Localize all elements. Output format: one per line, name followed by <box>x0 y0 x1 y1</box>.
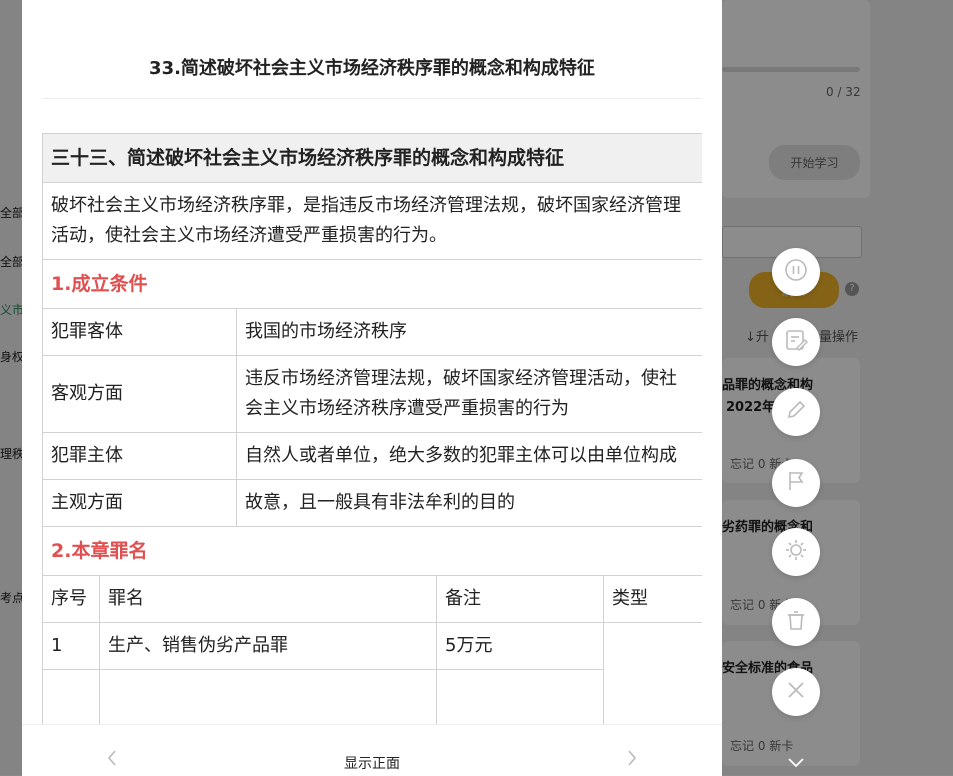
edit-note-icon <box>783 327 809 357</box>
pencil-icon <box>783 397 809 427</box>
card-title: 33.简述破坏社会主义市场经济秩序罪的概念和构成特征 <box>149 58 595 79</box>
condition-value: 自然人或者单位，绝大多数的犯罪主体可以由单位构成 <box>235 432 702 480</box>
table-header-row: 序号 罪名 备注 类型 <box>42 575 702 623</box>
condition-label: 客观方面 <box>42 355 237 433</box>
table-cell <box>42 669 100 724</box>
table-cell: 1 <box>42 622 100 670</box>
condition-value: 违反市场经济管理法规，破坏国家经济管理活动，使社会主义市场经济秩序遭受严重损害的… <box>235 355 702 433</box>
flag-icon <box>783 468 809 498</box>
show-front-button[interactable]: 显示正面 <box>22 753 722 773</box>
condition-value: 故意，且一般具有非法牟利的目的 <box>235 479 702 527</box>
table-row: 主观方面 故意，且一般具有非法牟利的目的 <box>42 479 702 527</box>
delete-button[interactable] <box>772 598 820 646</box>
pause-icon <box>783 257 809 287</box>
close-button[interactable] <box>772 668 820 716</box>
column-header: 罪名 <box>99 575 437 623</box>
table-row: 犯罪主体 自然人或者单位，绝大多数的犯罪主体可以由单位构成 <box>42 432 702 480</box>
section-title: 1.成立条件 <box>42 259 702 309</box>
chevron-down-icon[interactable] <box>786 755 806 769</box>
brightness-button[interactable] <box>772 528 820 576</box>
definition-text: 破坏社会主义市场经济秩序罪，是指违反市场经济管理法规，破坏国家经济管理活动，使社… <box>42 182 702 260</box>
column-header: 备注 <box>436 575 604 623</box>
table-row <box>42 669 703 724</box>
next-card-button[interactable] <box>622 747 642 769</box>
modal-footer: 显示正面 <box>22 724 722 776</box>
table-cell: 5万元 <box>436 622 604 670</box>
table-cell: 生产、销售伪劣产品罪 <box>99 622 437 670</box>
section-title: 2.本章罪名 <box>42 526 702 576</box>
condition-label: 犯罪主体 <box>42 432 237 480</box>
title-divider <box>42 98 702 99</box>
crime-table: 序号 罪名 备注 类型 1 生产、销售伪劣产品罪 5万元 <box>42 575 702 724</box>
edit-note-button[interactable] <box>772 318 820 366</box>
table-cell <box>99 669 437 724</box>
card-modal: 33.简述破坏社会主义市场经济秩序罪的概念和构成特征 三十三、简述破坏社会主义市… <box>22 0 722 776</box>
pause-button[interactable] <box>772 248 820 296</box>
condition-label: 主观方面 <box>42 479 237 527</box>
table-row: 客观方面 违反市场经济管理法规，破坏国家经济管理活动，使社会主义市场经济秩序遭受… <box>42 355 702 433</box>
condition-label: 犯罪客体 <box>42 308 237 356</box>
brightness-icon <box>783 537 809 567</box>
table-row: 犯罪客体 我国的市场经济秩序 <box>42 308 702 356</box>
condition-value: 我国的市场经济秩序 <box>235 308 702 356</box>
close-icon <box>783 677 809 707</box>
table-cell <box>436 669 604 724</box>
table-row: 1 生产、销售伪劣产品罪 5万元 <box>42 622 702 724</box>
column-header: 类型 <box>603 575 702 623</box>
column-header: 序号 <box>42 575 100 623</box>
table-cell <box>603 622 702 724</box>
pencil-button[interactable] <box>772 388 820 436</box>
card-content[interactable]: 三十三、简述破坏社会主义市场经济秩序罪的概念和构成特征 破坏社会主义市场经济秩序… <box>42 133 702 724</box>
flag-button[interactable] <box>772 459 820 507</box>
card-heading: 三十三、简述破坏社会主义市场经济秩序罪的概念和构成特征 <box>42 133 702 183</box>
trash-icon <box>783 607 809 637</box>
card-table: 三十三、简述破坏社会主义市场经济秩序罪的概念和构成特征 破坏社会主义市场经济秩序… <box>42 133 702 576</box>
